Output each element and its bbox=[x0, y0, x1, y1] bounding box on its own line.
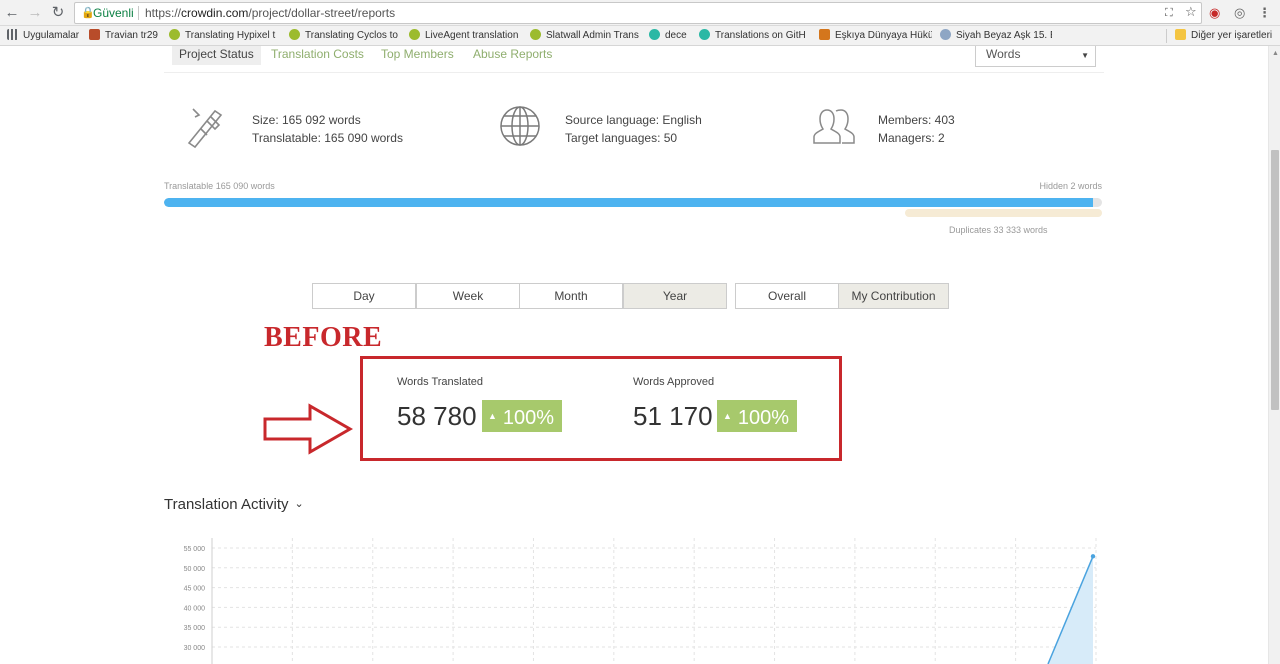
translatable-progress bbox=[164, 198, 1102, 207]
words-approved-value: 51 170 bbox=[633, 401, 713, 431]
bookmark-item[interactable]: Slatwall Admin Trans bbox=[530, 26, 641, 46]
bookmark-item[interactable]: Translating Cyclos to bbox=[289, 26, 400, 46]
scroll-up-icon[interactable]: ▲ bbox=[1272, 50, 1279, 57]
translation-activity-title[interactable]: Translation Activity ⌄ bbox=[164, 496, 304, 513]
address-bar[interactable]: 🔒 Güvenli https://crowdin.com/project/do… bbox=[74, 2, 1202, 24]
duplicates-label: Duplicates 33 333 words bbox=[949, 225, 1048, 235]
arrow-right-icon bbox=[263, 403, 354, 455]
bookmark-item[interactable]: dece bbox=[649, 26, 694, 46]
y-tick-label: 55 000 bbox=[184, 546, 206, 553]
tab-top-members[interactable]: Top Members bbox=[381, 46, 454, 65]
words-approved-change: 100% bbox=[737, 407, 790, 429]
leaf-icon bbox=[530, 29, 541, 40]
bookmark-item[interactable]: LiveAgent translation bbox=[409, 26, 522, 46]
url-scheme: https:// bbox=[145, 6, 182, 20]
y-tick-label: 30 000 bbox=[184, 645, 206, 652]
triangle-up-icon: ▲ bbox=[723, 411, 732, 421]
video-icon bbox=[819, 29, 830, 40]
globe-icon bbox=[500, 106, 540, 146]
before-annotation: BEFORE bbox=[264, 322, 383, 353]
units-select-value: Words bbox=[986, 47, 1021, 61]
words-approved-change-badge: ▲ 100% bbox=[717, 400, 798, 432]
tab-project-status[interactable]: Project Status bbox=[172, 46, 261, 65]
translatable-label: Translatable 165 090 words bbox=[164, 181, 275, 191]
tab-day[interactable]: Day bbox=[312, 283, 416, 309]
y-tick-label: 40 000 bbox=[184, 605, 206, 612]
leaf-icon bbox=[289, 29, 300, 40]
members-icon bbox=[813, 109, 855, 144]
bookmarks-divider bbox=[1166, 29, 1167, 43]
url-path: /project/dollar-street/reports bbox=[248, 6, 396, 20]
report-tabs: Project Status Translation Costs Top Mem… bbox=[164, 46, 1104, 73]
words-translated-change-badge: ▲ 100% bbox=[482, 400, 563, 432]
tab-year[interactable]: Year bbox=[623, 283, 727, 309]
words-translated-value: 58 780 bbox=[397, 401, 477, 431]
scrollbar-thumb[interactable] bbox=[1271, 150, 1279, 410]
url-text: https://crowdin.com/project/dollar-stree… bbox=[145, 3, 395, 23]
tab-week[interactable]: Week bbox=[416, 283, 520, 309]
bookmark-apps[interactable]: Uygulamalar bbox=[7, 26, 87, 46]
leaf-icon bbox=[409, 29, 420, 40]
translation-activity-chart: 55 000 50 000 45 000 40 000 35 000 30 000 bbox=[184, 538, 1097, 664]
bookmark-item[interactable]: Eşkıya Dünyaya Hükü bbox=[819, 26, 932, 46]
extension-icon[interactable]: ◉ bbox=[1209, 4, 1220, 22]
bookmark-item[interactable]: Travian tr29 bbox=[89, 26, 161, 46]
translation-activity-label: Translation Activity bbox=[164, 496, 289, 513]
leaf-icon bbox=[169, 29, 180, 40]
url-divider bbox=[138, 6, 139, 20]
bookmarks-bar: Uygulamalar Travian tr29 Translating Hyp… bbox=[0, 26, 1280, 46]
tab-my-contribution[interactable]: My Contribution bbox=[838, 283, 949, 309]
tab-abuse-reports[interactable]: Abuse Reports bbox=[473, 46, 552, 65]
bookmark-item[interactable]: Translating Hypixel t bbox=[169, 26, 282, 46]
bookmark-item[interactable]: Translations on GitH bbox=[699, 26, 811, 46]
translatable-progress-fill bbox=[164, 198, 1093, 207]
managers-stat: Managers: 2 bbox=[878, 131, 945, 145]
tab-month[interactable]: Month bbox=[519, 283, 623, 309]
triangle-up-icon: ▲ bbox=[488, 411, 497, 421]
units-select[interactable]: Words ▼ bbox=[975, 46, 1096, 67]
chevron-down-icon: ▼ bbox=[1081, 51, 1089, 60]
crowdin-icon bbox=[649, 29, 660, 40]
chevron-down-icon[interactable]: ⌄ bbox=[295, 498, 304, 510]
other-bookmarks[interactable]: Diğer yer işaretleri bbox=[1175, 26, 1280, 46]
apps-icon bbox=[7, 29, 18, 40]
words-translated-change: 100% bbox=[502, 407, 555, 429]
back-icon[interactable]: ← bbox=[2, 3, 22, 23]
words-translated-label: Words Translated bbox=[397, 376, 484, 388]
caliper-icon bbox=[187, 108, 223, 149]
bookmark-star-icon[interactable]: ☆ bbox=[1185, 2, 1197, 22]
folder-icon bbox=[1175, 29, 1186, 40]
duplicates-bar bbox=[905, 209, 1102, 217]
data-point bbox=[1090, 554, 1096, 559]
url-host: crowdin.com bbox=[181, 6, 249, 20]
reload-icon[interactable]: ↻ bbox=[48, 3, 68, 23]
browser-toolbar: ← → ↻ 🔒 Güvenli https://crowdin.com/proj… bbox=[0, 0, 1280, 26]
y-tick-label: 50 000 bbox=[184, 566, 206, 573]
tab-overall[interactable]: Overall bbox=[735, 283, 839, 309]
crowdin-icon bbox=[699, 29, 710, 40]
tab-translation-costs[interactable]: Translation Costs bbox=[271, 46, 364, 65]
page-scrollbar[interactable]: ▲ bbox=[1268, 46, 1280, 664]
size-stat: Size: 165 092 words bbox=[252, 113, 361, 127]
extension-icon[interactable]: ◎ bbox=[1234, 4, 1245, 22]
members-stat: Members: 403 bbox=[878, 113, 955, 127]
words-approved-label: Words Approved bbox=[633, 376, 715, 388]
menu-icon[interactable]: ⋮ bbox=[1258, 4, 1271, 22]
y-tick-label: 35 000 bbox=[184, 625, 206, 632]
forward-icon[interactable]: → bbox=[25, 3, 45, 23]
travian-icon bbox=[89, 29, 100, 40]
y-tick-label: 45 000 bbox=[184, 586, 206, 593]
translate-icon[interactable]: ⛶ bbox=[1165, 3, 1173, 23]
bookmark-item[interactable]: Siyah Beyaz Aşk 15. E bbox=[940, 26, 1052, 46]
translatable-stat: Translatable: 165 090 words bbox=[252, 131, 403, 145]
globe-icon bbox=[940, 29, 951, 40]
secure-label: Güvenli bbox=[93, 6, 134, 20]
hidden-label: Hidden 2 words bbox=[1039, 181, 1102, 191]
source-language-stat: Source language: English bbox=[565, 113, 702, 127]
target-languages-stat: Target languages: 50 bbox=[565, 131, 678, 145]
